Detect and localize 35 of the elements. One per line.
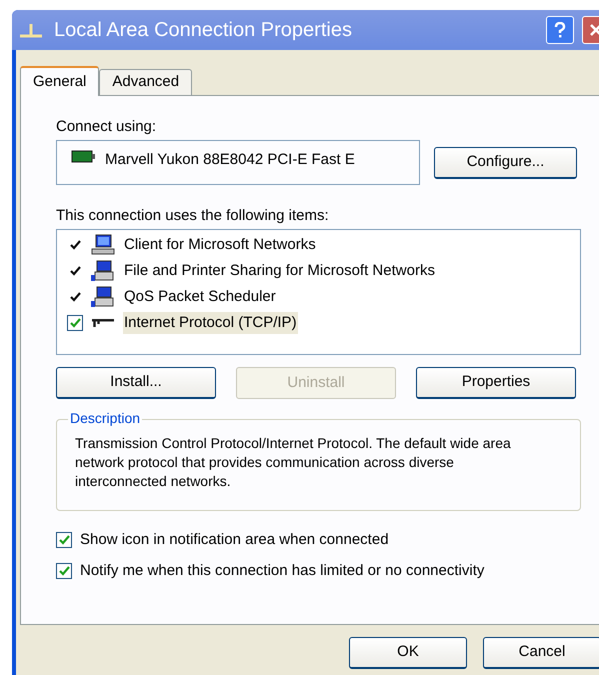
checkmark-icon xyxy=(70,318,80,328)
item-button[interactable]: Properties xyxy=(416,367,576,399)
dialog-button[interactable]: Cancel xyxy=(483,637,599,669)
network-card-icon xyxy=(71,149,95,165)
adapter-name: Marvell Yukon 88E8042 PCI-E Fast E xyxy=(105,150,355,170)
connect-using-label: Connect using: xyxy=(56,117,158,136)
option-label[interactable]: Show icon in notification area when connected xyxy=(80,529,389,552)
tab[interactable]: Advanced xyxy=(99,69,192,95)
list-item[interactable]: Client for Microsoft Networks xyxy=(123,234,317,256)
checkbox[interactable] xyxy=(56,532,72,548)
checkmark-icon xyxy=(70,292,80,302)
close-icon xyxy=(589,23,599,37)
window-title: Local Area Connection Properties xyxy=(54,18,352,43)
network-cable-icon xyxy=(92,319,114,327)
checkbox[interactable] xyxy=(67,315,83,331)
checkbox[interactable] xyxy=(56,562,72,579)
checkmark-icon xyxy=(58,535,70,546)
list-item[interactable]: File and Printer Sharing for Microsoft Networks xyxy=(123,260,436,282)
checkmark-icon xyxy=(70,266,80,276)
description-text: Transmission Control Protocol/Internet Protocol. The default wide area network protocol that provides communication across diverse interconnected networks. xyxy=(75,434,512,491)
option-label[interactable]: Notify me when this connection has limited or no connectivity xyxy=(80,560,484,582)
computer-icon xyxy=(91,286,115,308)
tab[interactable]: General xyxy=(20,66,100,96)
dialog-button[interactable]: OK xyxy=(349,637,467,669)
items-label: This connection uses the following items: xyxy=(56,206,330,225)
computer-icon xyxy=(91,260,115,282)
item-button[interactable]: Install... xyxy=(56,367,216,399)
checkmark-icon xyxy=(70,240,80,250)
checkmark-icon xyxy=(58,566,70,576)
computer-icon xyxy=(91,234,115,256)
help-button[interactable] xyxy=(546,16,574,44)
list-item[interactable]: Internet Protocol (TCP/IP) xyxy=(123,312,298,334)
question-icon xyxy=(554,22,566,38)
dialog-button[interactable]: Configure... xyxy=(434,146,577,178)
list-item[interactable]: QoS Packet Scheduler xyxy=(123,286,277,308)
